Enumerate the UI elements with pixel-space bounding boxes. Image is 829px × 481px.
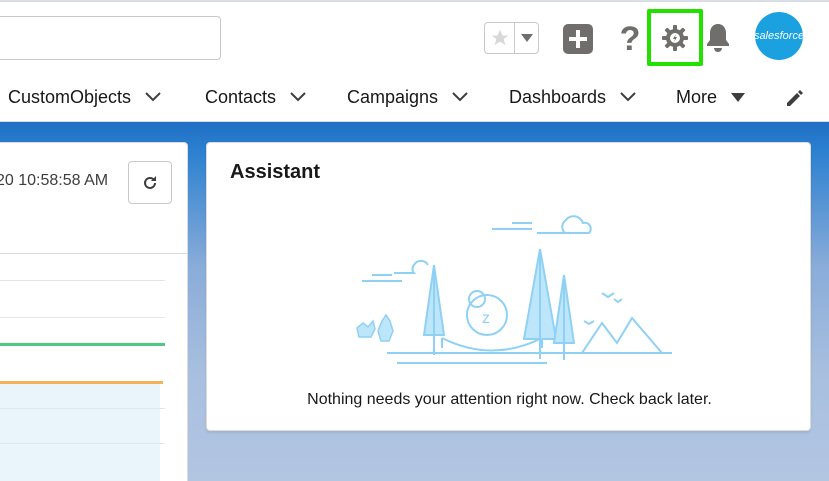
nav-item-label: More <box>676 86 718 107</box>
refresh-icon <box>144 175 156 189</box>
chevron-down-icon[interactable] <box>290 92 306 102</box>
nav-item-more[interactable]: More <box>676 72 746 122</box>
pencil-icon <box>787 90 803 106</box>
global-add-button[interactable] <box>563 24 593 54</box>
chevron-down-icon[interactable] <box>620 92 636 102</box>
nav-item-campaigns[interactable]: Campaigns <box>347 72 468 122</box>
user-avatar[interactable]: salesforce <box>755 12 803 60</box>
chevron-down-icon[interactable] <box>145 92 161 102</box>
sleeping-hammock-illustration: z <box>356 215 672 364</box>
caret-down-icon <box>731 92 746 102</box>
chart-gridline <box>0 317 165 318</box>
help-button[interactable]: ? <box>616 20 644 58</box>
refresh-button[interactable] <box>128 161 172 204</box>
bell-icon <box>707 24 729 52</box>
svg-text:?: ? <box>620 20 641 56</box>
nav-item-label: Dashboards <box>509 86 607 107</box>
assistant-title: Assistant <box>230 161 321 183</box>
notifications-bell-button[interactable] <box>704 22 732 54</box>
star-icon <box>491 29 508 46</box>
chevron-down-icon[interactable] <box>452 92 468 102</box>
chart-series-line-orange <box>0 381 163 384</box>
svg-text:z: z <box>482 310 490 327</box>
chart-series-line-green <box>0 343 165 346</box>
question-mark-icon: ? <box>620 20 641 58</box>
nav-item-dashboards[interactable]: Dashboards <box>509 72 636 122</box>
nav-item-label: Campaigns <box>347 86 439 107</box>
global-search-input[interactable] <box>0 16 221 60</box>
assistant-empty-message: Nothing needs your attention right now. … <box>307 391 712 408</box>
nav-item-contacts[interactable]: Contacts <box>205 72 306 122</box>
favorites-button-group <box>484 22 539 54</box>
nav-item-customobjects[interactable]: CustomObjects <box>8 72 161 122</box>
global-header: ? salesforce <box>0 0 829 72</box>
app-navigation-bar: CustomObjects Contacts Campaigns Dashboa… <box>0 72 829 122</box>
chart-gridline <box>0 280 165 281</box>
chart-gridline <box>0 443 165 444</box>
nav-item-label: CustomObjects <box>8 86 132 107</box>
caret-down-icon <box>520 34 533 42</box>
favorites-star-button[interactable] <box>484 22 515 54</box>
favorites-dropdown-button[interactable] <box>515 22 539 54</box>
chart-area-fill <box>0 384 160 481</box>
chart-gridline <box>0 408 165 409</box>
last-refreshed-timestamp: 20 10:58:58 AM <box>0 172 109 189</box>
gear-icon <box>662 24 688 51</box>
avatar-label: salesforce <box>755 30 803 42</box>
assistant-card: Assistant z Nothing needs your attention… <box>206 142 811 431</box>
card-divider <box>0 253 188 254</box>
plus-icon <box>563 24 593 54</box>
nav-item-label: Contacts <box>205 86 277 107</box>
edit-nav-pencil-button[interactable] <box>784 87 806 109</box>
setup-gear-button[interactable] <box>647 9 703 66</box>
